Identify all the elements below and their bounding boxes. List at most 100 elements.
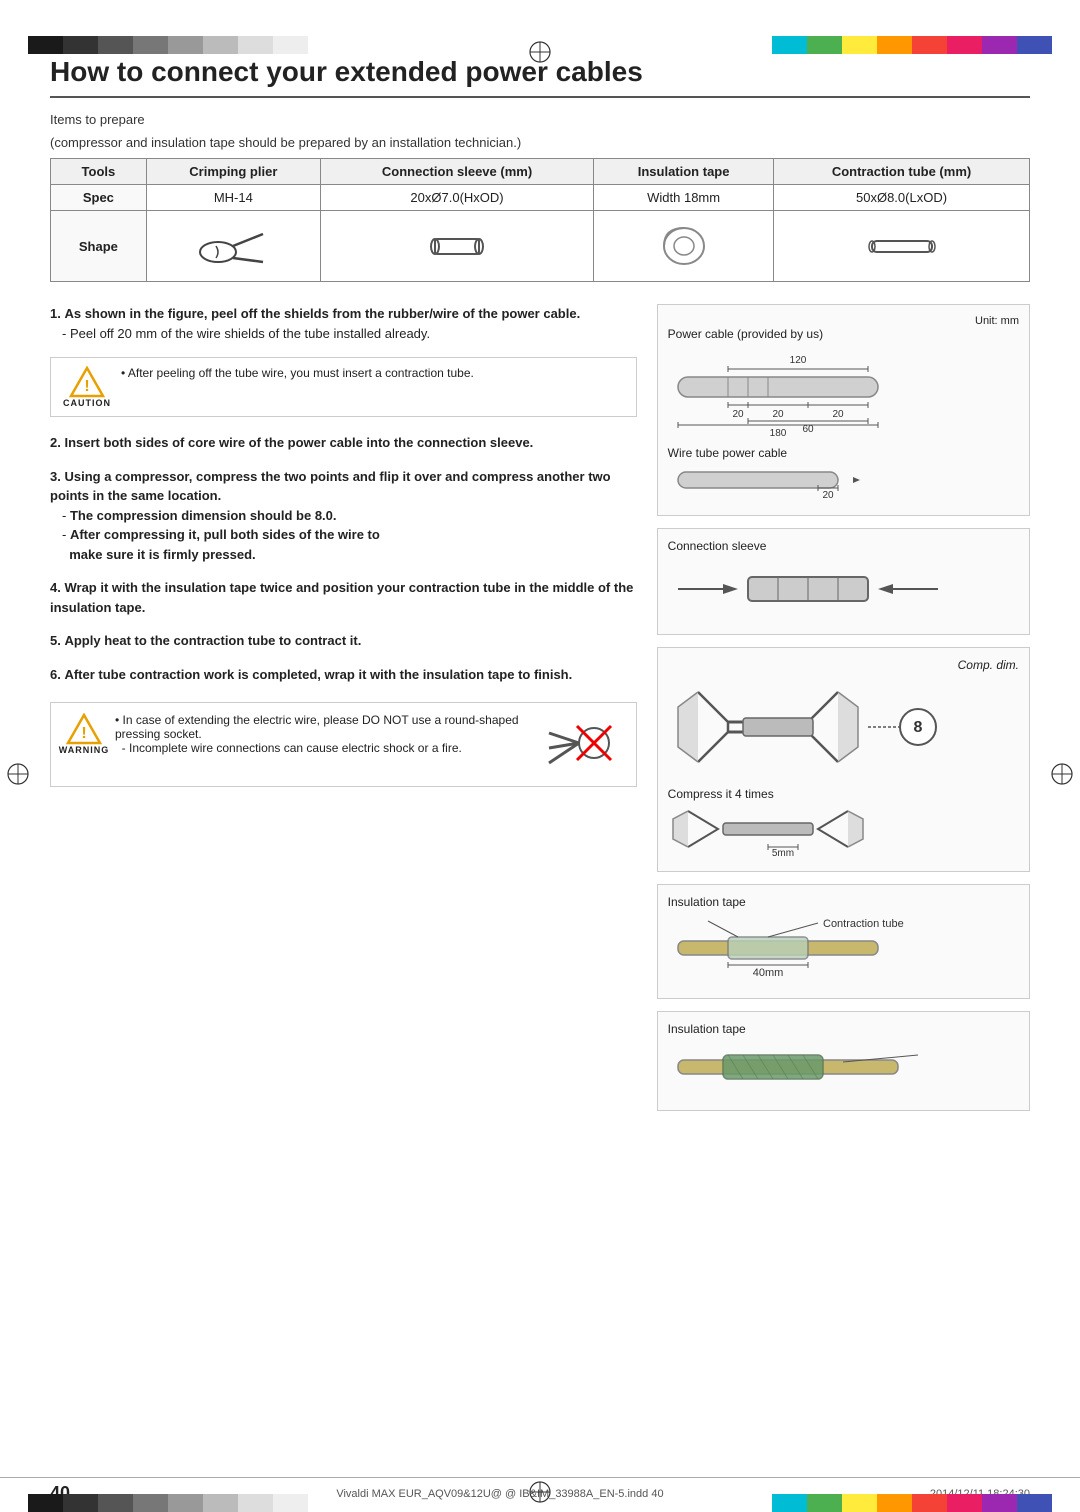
caution-triangle-icon: ! bbox=[69, 366, 105, 398]
svg-text:20: 20 bbox=[832, 409, 844, 420]
steps-column: 1. As shown in the figure, peel off the … bbox=[50, 304, 637, 1123]
step4-text: Wrap it with the insulation tape twice a… bbox=[50, 580, 633, 615]
spec-insulation: Width 18mm bbox=[594, 185, 774, 211]
step3-sub2: - After compressing it, pull both sides … bbox=[50, 525, 637, 564]
caution-label-text: CAUTION bbox=[63, 398, 111, 408]
svg-text:5mm: 5mm bbox=[772, 848, 794, 856]
col-contraction: Contraction tube (mm) bbox=[774, 159, 1030, 185]
insulation-svg: Contraction tube 40mm bbox=[668, 913, 948, 983]
unit-label: Unit: mm bbox=[668, 315, 1019, 327]
items-note-line2: (compressor and insulation tape should b… bbox=[50, 135, 1030, 150]
final-insulation-diagram: Insulation tape bbox=[657, 1011, 1030, 1111]
power-cable-diagram: Unit: mm Power cable (provided by us) 20 bbox=[657, 304, 1030, 516]
col-tools: Tools bbox=[51, 159, 147, 185]
warning-line2: - Incomplete wire connections can cause … bbox=[122, 741, 462, 755]
warning-label-text: WARNING bbox=[59, 745, 110, 755]
shape-crimping bbox=[146, 211, 320, 282]
connection-sleeve-diagram: Connection sleeve bbox=[657, 528, 1030, 635]
svg-text:60: 60 bbox=[802, 424, 814, 435]
caution-text-content: After peeling off the tube wire, you mus… bbox=[128, 366, 474, 380]
svg-text:180: 180 bbox=[769, 428, 786, 437]
warning-box: ! WARNING • In case of extending the ele… bbox=[50, 702, 637, 787]
svg-text:!: ! bbox=[81, 725, 86, 742]
final-insulation-svg bbox=[668, 1040, 948, 1095]
warning-icon-group: ! WARNING bbox=[63, 713, 105, 755]
compress4-svg: 5mm bbox=[668, 801, 948, 856]
caution-box: ! CAUTION • After peeling off the tube w… bbox=[50, 357, 637, 417]
bottom-right-color-strip bbox=[772, 1494, 1052, 1512]
power-cable-label: Power cable (provided by us) bbox=[668, 327, 1019, 341]
diagrams-column: Unit: mm Power cable (provided by us) 20 bbox=[657, 304, 1030, 1123]
items-note-line1: Items to prepare bbox=[50, 112, 1030, 127]
reg-mark-right bbox=[1050, 762, 1074, 786]
reg-mark-bottom bbox=[528, 1480, 552, 1504]
step-3: 3. Using a compressor, compress the two … bbox=[50, 467, 637, 565]
col-insulation: Insulation tape bbox=[594, 159, 774, 185]
caution-text: • After peeling off the tube wire, you m… bbox=[121, 366, 474, 380]
step1-number: 1. bbox=[50, 306, 61, 321]
connection-sleeve-shape-icon bbox=[427, 229, 487, 264]
step-2: 2. Insert both sides of core wire of the… bbox=[50, 433, 637, 453]
svg-text:20: 20 bbox=[772, 409, 784, 420]
spec-label: Spec bbox=[51, 185, 147, 211]
step5-number: 5. bbox=[50, 633, 61, 648]
warning-text-block: • In case of extending the electric wire… bbox=[115, 713, 524, 755]
svg-text:Contraction tube: Contraction tube bbox=[823, 918, 904, 930]
connection-sleeve-label: Connection sleeve bbox=[668, 539, 1019, 553]
step3-number: 3. bbox=[50, 469, 61, 484]
spec-contraction: 50xØ8.0(LxOD) bbox=[774, 185, 1030, 211]
bottom-left-color-strip bbox=[28, 1494, 308, 1512]
col-crimping: Crimping plier bbox=[146, 159, 320, 185]
compress-svg: 8 bbox=[668, 672, 948, 782]
crimping-plier-icon bbox=[198, 224, 268, 269]
spec-sleeve: 20xØ7.0(HxOD) bbox=[320, 185, 593, 211]
step-5: 5. Apply heat to the contraction tube to… bbox=[50, 631, 637, 651]
step-6: 6. After tube contraction work is comple… bbox=[50, 665, 637, 685]
connection-sleeve-svg bbox=[668, 559, 948, 619]
step1-text: As shown in the figure, peel off the shi… bbox=[64, 306, 580, 321]
step-4: 4. Wrap it with the insulation tape twic… bbox=[50, 578, 637, 617]
compress-times-label: Compress it 4 times bbox=[668, 787, 1019, 801]
step3-sub1: - The compression dimension should be 8.… bbox=[50, 506, 637, 526]
shape-contraction bbox=[774, 211, 1030, 282]
left-color-strip bbox=[28, 36, 308, 54]
contraction-tube-shape-icon bbox=[867, 229, 937, 264]
shape-sleeve bbox=[320, 211, 593, 282]
tools-table: Tools Crimping plier Connection sleeve (… bbox=[50, 158, 1030, 282]
svg-text:120: 120 bbox=[789, 355, 806, 366]
svg-text:40mm: 40mm bbox=[752, 967, 783, 979]
comp-dim-label: Comp. dim. bbox=[668, 658, 1019, 672]
final-insulation-label: Insulation tape bbox=[668, 1022, 1019, 1036]
step-1: 1. As shown in the figure, peel off the … bbox=[50, 304, 637, 343]
shape-insulation bbox=[594, 211, 774, 282]
step4-number: 4. bbox=[50, 580, 61, 595]
step3-text: Using a compressor, compress the two poi… bbox=[50, 469, 611, 504]
compress-diagram: Comp. dim. 8 bbox=[657, 647, 1030, 872]
col-sleeve: Connection sleeve (mm) bbox=[320, 159, 593, 185]
warning-line1: In case of extending the electric wire, … bbox=[115, 713, 519, 741]
wire-tube-label: Wire tube power cable bbox=[668, 446, 1019, 460]
reg-mark-left bbox=[6, 762, 30, 786]
step2-number: 2. bbox=[50, 435, 61, 450]
svg-text:!: ! bbox=[84, 378, 89, 395]
footer-left: Vivaldi MAX EUR_AQV09&12U@ @ IB&IM_33988… bbox=[336, 1488, 663, 1500]
step6-text: After tube contraction work is completed… bbox=[64, 667, 572, 682]
caution-icon-group: ! CAUTION bbox=[63, 366, 111, 408]
step5-text: Apply heat to the contraction tube to co… bbox=[64, 633, 361, 648]
step1-sub: - Peel off 20 mm of the wire shields of … bbox=[50, 324, 637, 344]
step6-number: 6. bbox=[50, 667, 61, 682]
wire-tube-svg: 20 bbox=[668, 460, 948, 500]
step2-text: Insert both sides of core wire of the po… bbox=[64, 435, 533, 450]
svg-text:20: 20 bbox=[732, 409, 744, 420]
insulation-diagram: Insulation tape Contraction tube 40mm bbox=[657, 884, 1030, 999]
shape-label: Shape bbox=[51, 211, 147, 282]
warning-triangle-icon: ! bbox=[66, 713, 102, 745]
right-color-strip bbox=[772, 36, 1052, 54]
svg-text:8: 8 bbox=[913, 719, 922, 736]
insulation-tape-shape-icon bbox=[659, 226, 709, 266]
spec-crimping: MH-14 bbox=[146, 185, 320, 211]
warning-diagram bbox=[544, 713, 624, 776]
reg-mark-top bbox=[528, 40, 552, 64]
warning-socket-icon bbox=[544, 713, 624, 773]
power-cable-svg: 20 20 20 60 120 bbox=[668, 347, 948, 437]
